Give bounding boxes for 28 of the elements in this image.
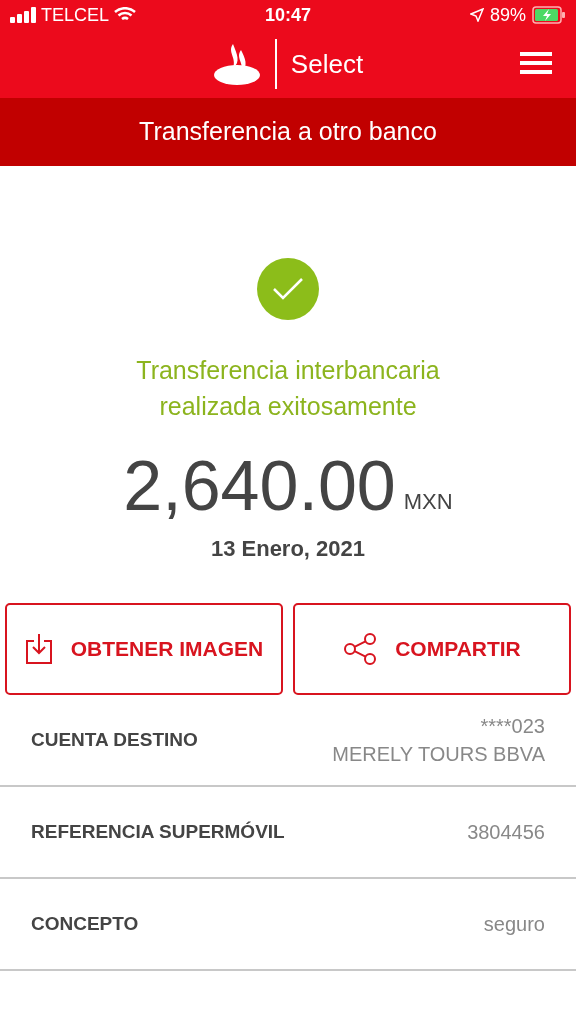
transfer-date: 13 Enero, 2021 [210,535,366,563]
battery-charging-icon [532,6,566,24]
detail-label: REFERENCIA SUPERMÓVIL [31,819,285,844]
clock-time: 10:47 [264,3,311,27]
download-image-button[interactable]: OBTENER IMAGEN [5,603,283,695]
menu-icon [520,52,552,74]
battery-percent: 89% [489,3,526,27]
detail-value: MERELY TOURS BBVA [332,742,545,767]
share-button[interactable]: COMPARTIR [293,603,571,695]
detail-value: ****023 [480,714,545,739]
detail-value: 3804456 [467,820,545,845]
download-icon [24,633,53,665]
wifi-icon [114,7,137,23]
share-icon [343,633,378,665]
detail-value: seguro [483,912,545,937]
success-message: Transferencia interbancaria realizada exitosamente [135,355,441,422]
signal-icon [10,7,36,23]
location-arrow-icon [469,8,484,22]
brand-name: Select [290,47,364,81]
amount: 2,640.00 [123,446,396,526]
detail-label: CUENTA DESTINO [31,727,198,752]
success-check-icon [257,258,319,320]
currency: MXN [403,488,453,516]
menu-button[interactable] [520,52,552,74]
flame-logo-icon [212,42,261,86]
carrier-name: TELCEL [41,3,110,27]
page-title: Transferencia a otro banco [139,116,437,148]
detail-label: CONCEPTO [31,911,139,936]
